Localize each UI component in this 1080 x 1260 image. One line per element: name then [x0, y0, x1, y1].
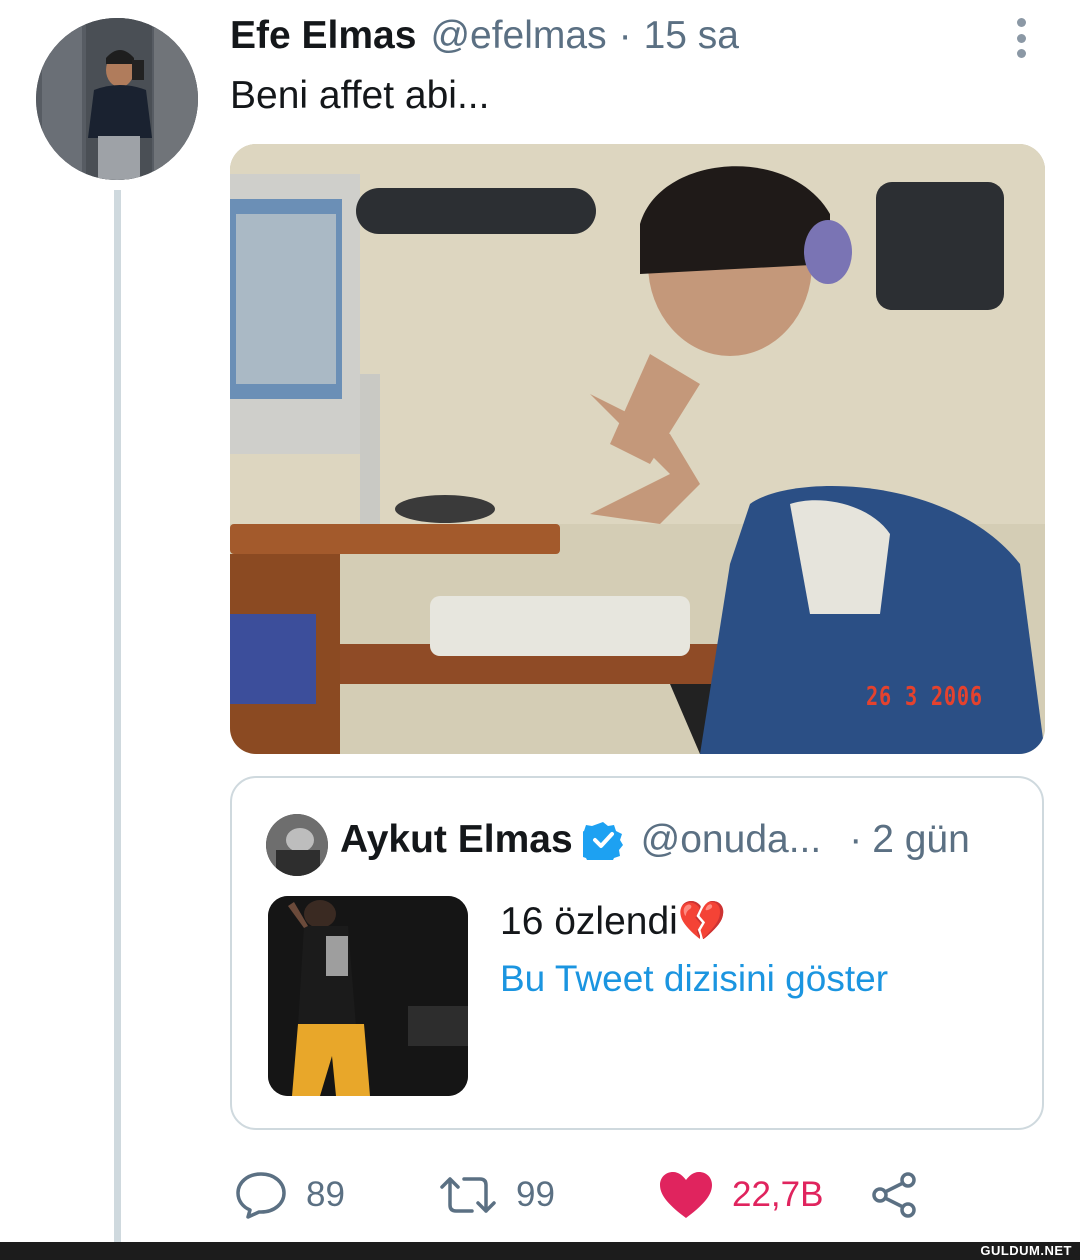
- tweet-action-bar: 89 99 22,7B: [230, 1165, 990, 1225]
- verified-badge-icon: [582, 822, 623, 860]
- quoted-tweet-card[interactable]: Aykut Elmas @onuda... · 2 gün 16 özlendi…: [230, 776, 1044, 1130]
- author-handle[interactable]: @efelmas: [430, 14, 606, 58]
- like-button[interactable]: 22,7B: [658, 1165, 823, 1225]
- retweet-icon: [440, 1177, 496, 1213]
- quoted-author-avatar: [266, 814, 328, 876]
- thread-connector-line: [114, 190, 121, 1242]
- quoted-tweet-thumbnail: [268, 896, 468, 1096]
- redaction-bar: [356, 188, 596, 234]
- tweet-text: Beni affet abi...: [230, 74, 490, 117]
- quoted-tweet-timestamp: 2 gün: [872, 818, 970, 861]
- tweet-timestamp[interactable]: 15 sa: [644, 14, 739, 58]
- share-icon: [872, 1172, 916, 1218]
- reply-count: 89: [306, 1175, 345, 1214]
- like-count: 22,7B: [732, 1175, 824, 1214]
- retweet-button[interactable]: 99: [438, 1165, 555, 1225]
- share-button[interactable]: [870, 1165, 918, 1225]
- avatar-photo: [36, 18, 198, 180]
- quoted-header-separator: ·: [849, 818, 863, 861]
- author-avatar[interactable]: [36, 18, 198, 180]
- quoted-tweet-text: 16 özlendi💔: [500, 900, 727, 943]
- header-separator: ·: [618, 14, 632, 57]
- quoted-tweet-header: Aykut Elmas @onuda... · 2 gün: [340, 818, 970, 862]
- retweet-count: 99: [516, 1175, 555, 1214]
- photo-date-stamp: 26 3 2006: [866, 682, 983, 712]
- heart-icon: [660, 1172, 712, 1218]
- quoted-author-name: Aykut Elmas: [340, 818, 573, 861]
- show-thread-link[interactable]: Bu Tweet dizisini göster: [500, 958, 888, 1000]
- reply-icon: [236, 1172, 286, 1219]
- site-watermark: GULDUM.NET: [980, 1243, 1072, 1258]
- footer-bar: [0, 1242, 1080, 1260]
- tweet-photo[interactable]: 26 3 2006: [230, 144, 1045, 754]
- reply-button[interactable]: 89: [234, 1165, 345, 1225]
- author-name[interactable]: Efe Elmas: [230, 14, 416, 58]
- more-options-icon[interactable]: [1006, 18, 1036, 58]
- quoted-author-handle: @onuda...: [640, 818, 822, 861]
- redaction-box: [876, 182, 1004, 310]
- tweet-header: Efe Elmas @efelmas · 15 sa: [230, 14, 739, 66]
